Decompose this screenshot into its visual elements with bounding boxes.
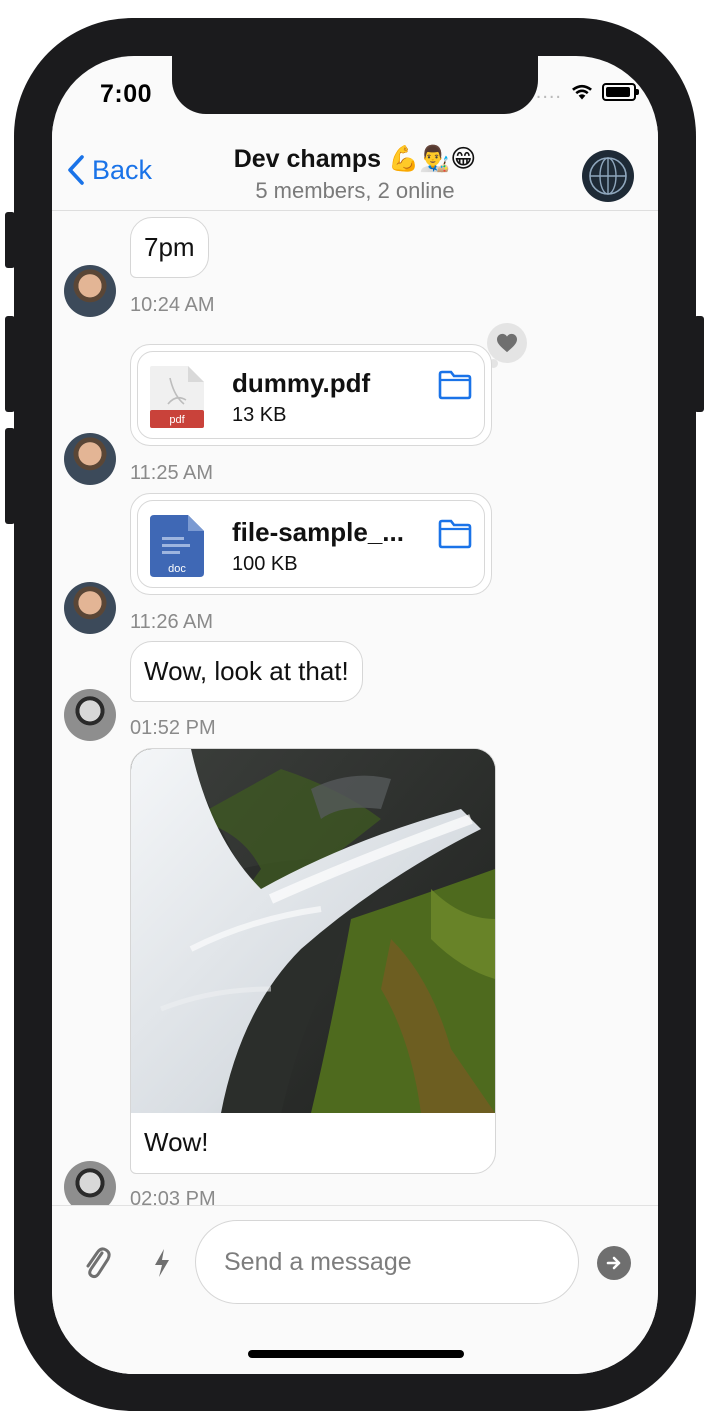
file-card[interactable]: pdf dummy.pdf 13 KB bbox=[137, 351, 485, 439]
send-button[interactable] bbox=[597, 1246, 631, 1280]
chevron-left-icon bbox=[68, 155, 84, 185]
message-timestamp: 02:03 PM bbox=[130, 1188, 216, 1205]
status-time: 7:00 bbox=[100, 80, 153, 108]
channel-subtitle: 5 members, 2 online bbox=[255, 178, 455, 203]
message-bubble[interactable]: 7pm bbox=[130, 217, 209, 278]
waterfall-image bbox=[131, 749, 495, 1113]
avatar[interactable] bbox=[64, 1161, 116, 1205]
avatar[interactable] bbox=[64, 582, 116, 634]
message-input[interactable] bbox=[195, 1220, 579, 1304]
file-name: file-sample_... bbox=[232, 517, 404, 547]
message-timestamp: 11:26 AM bbox=[130, 611, 214, 633]
message-text: 7pm bbox=[144, 232, 195, 262]
file-name: dummy.pdf bbox=[232, 368, 371, 398]
globe-icon bbox=[589, 157, 627, 195]
file-attachment[interactable]: pdf dummy.pdf 13 KB bbox=[130, 344, 492, 446]
channel-title: Dev champs 💪👨‍🎨😁 bbox=[233, 145, 477, 173]
message-text: Wow, look at that! bbox=[144, 656, 349, 686]
home-indicator bbox=[248, 1350, 464, 1358]
screen: 7:00 ..... Back Dev champs 💪👨‍🎨😁 5 membe… bbox=[52, 56, 658, 1374]
image-message[interactable]: Wow! bbox=[130, 748, 496, 1174]
message-list[interactable]: 7pm 10:24 AM pdf dummy.pdf 13 KB 11:25 A… bbox=[52, 211, 658, 1205]
message-timestamp: 11:25 AM bbox=[130, 462, 214, 484]
avatar[interactable] bbox=[64, 265, 116, 317]
avatar[interactable] bbox=[64, 689, 116, 741]
message-timestamp: 01:52 PM bbox=[130, 717, 216, 739]
file-card[interactable]: doc file-sample_... 100 KB bbox=[137, 500, 485, 588]
message-bubble[interactable]: Wow, look at that! bbox=[130, 641, 363, 702]
pdf-file-icon: pdf bbox=[150, 366, 204, 428]
file-attachment[interactable]: doc file-sample_... 100 KB bbox=[130, 493, 492, 595]
notch bbox=[172, 56, 538, 114]
file-size: 13 KB bbox=[232, 404, 287, 426]
wifi-icon bbox=[572, 84, 592, 100]
doc-file-icon: doc bbox=[150, 515, 204, 577]
avatar[interactable] bbox=[64, 433, 116, 485]
chat-header: Back Dev champs 💪👨‍🎨😁 5 members, 2 onlin… bbox=[52, 126, 658, 211]
message-composer bbox=[52, 1205, 658, 1374]
reaction-badge[interactable] bbox=[487, 323, 527, 363]
image-caption: Wow! bbox=[144, 1127, 209, 1157]
arrow-right-icon bbox=[606, 1256, 621, 1270]
folder-icon[interactable] bbox=[438, 370, 472, 400]
battery-icon bbox=[602, 83, 639, 101]
channel-avatar[interactable] bbox=[582, 150, 634, 202]
paperclip-icon[interactable] bbox=[82, 1244, 112, 1282]
status-icons: ..... bbox=[529, 82, 639, 102]
heart-icon bbox=[497, 333, 517, 353]
folder-icon[interactable] bbox=[438, 519, 472, 549]
channel-title-area[interactable]: Dev champs 💪👨‍🎨😁 5 members, 2 online bbox=[152, 144, 558, 204]
image-attachment[interactable] bbox=[131, 749, 495, 1113]
lightning-icon[interactable] bbox=[152, 1248, 172, 1278]
message-timestamp: 10:24 AM bbox=[130, 294, 215, 316]
back-button[interactable]: Back bbox=[66, 154, 152, 186]
back-label: Back bbox=[92, 154, 153, 185]
doc-label: doc bbox=[168, 563, 186, 575]
pdf-label: pdf bbox=[169, 414, 185, 426]
file-size: 100 KB bbox=[232, 553, 298, 575]
